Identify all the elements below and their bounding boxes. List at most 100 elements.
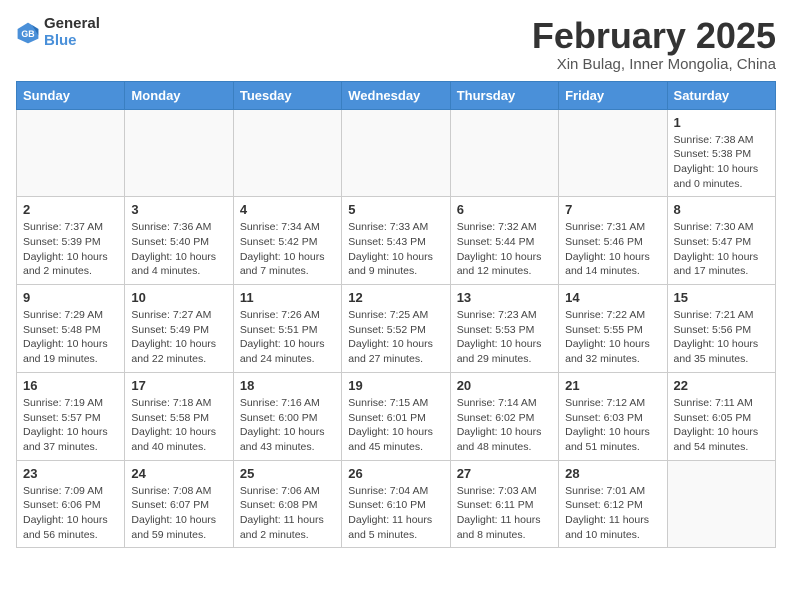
- day-cell: 9 Sunrise: 7:29 AM Sunset: 5:48 PM Daylig…: [17, 285, 125, 373]
- day-cell: 26Sunrise: 7:04 AM Sunset: 6:10 PM Dayli…: [342, 460, 450, 548]
- day-cell: 12 Sunrise: 7:25 AM Sunset: 5:52 PM Dayli…: [342, 285, 450, 373]
- day-number: 11: [240, 290, 335, 305]
- day-number: 8: [674, 202, 769, 217]
- weekday-header-saturday: Saturday: [667, 81, 775, 109]
- day-number: 25: [240, 466, 335, 481]
- day-info: Sunrise: 7:38 AM Sunset: 5:38 PM Dayligh…: [674, 133, 769, 192]
- day-number: 27: [457, 466, 552, 481]
- week-row-3: 9 Sunrise: 7:29 AM Sunset: 5:48 PM Daylig…: [17, 285, 776, 373]
- day-cell: 21 Sunrise: 7:12 AM Sunset: 6:03 PM Dayli…: [559, 372, 667, 460]
- svg-text:GB: GB: [21, 29, 34, 39]
- day-number: 14: [565, 290, 660, 305]
- day-cell: 17 Sunrise: 7:18 AM Sunset: 5:58 PM Dayli…: [125, 372, 233, 460]
- day-number: 7: [565, 202, 660, 217]
- day-cell: 25 Sunrise: 7:06 AM Sunset: 6:08 PM Dayli…: [233, 460, 341, 548]
- day-number: 6: [457, 202, 552, 217]
- day-info: Sunrise: 7:15 AM Sunset: 6:01 PM Dayligh…: [348, 396, 443, 455]
- week-row-1: 1 Sunrise: 7:38 AM Sunset: 5:38 PM Daylig…: [17, 109, 776, 197]
- day-info: Sunrise: 7:30 AM Sunset: 5:47 PM Dayligh…: [674, 220, 769, 279]
- day-cell: 27Sunrise: 7:03 AM Sunset: 6:11 PM Dayli…: [450, 460, 558, 548]
- day-cell: 4Sunrise: 7:34 AM Sunset: 5:42 PM Daylig…: [233, 197, 341, 285]
- day-number: 12: [348, 290, 443, 305]
- week-row-4: 16 Sunrise: 7:19 AM Sunset: 5:57 PM Dayli…: [17, 372, 776, 460]
- weekday-header-monday: Monday: [125, 81, 233, 109]
- day-cell: 8 Sunrise: 7:30 AM Sunset: 5:47 PM Daylig…: [667, 197, 775, 285]
- day-cell: 20 Sunrise: 7:14 AM Sunset: 6:02 PM Dayli…: [450, 372, 558, 460]
- day-cell: [342, 109, 450, 197]
- weekday-header-row: SundayMondayTuesdayWednesdayThursdayFrid…: [17, 81, 776, 109]
- page-header: GB General Blue February 2025 Xin Bulag,…: [16, 16, 776, 73]
- day-number: 17: [131, 378, 226, 393]
- day-cell: [667, 460, 775, 548]
- day-info: Sunrise: 7:37 AM Sunset: 5:39 PM Dayligh…: [23, 220, 118, 279]
- day-info: Sunrise: 7:34 AM Sunset: 5:42 PM Dayligh…: [240, 220, 335, 279]
- day-number: 20: [457, 378, 552, 393]
- day-number: 16: [23, 378, 118, 393]
- day-info: Sunrise: 7:31 AM Sunset: 5:46 PM Dayligh…: [565, 220, 660, 279]
- day-cell: [233, 109, 341, 197]
- day-info: Sunrise: 7:19 AM Sunset: 5:57 PM Dayligh…: [23, 396, 118, 455]
- logo-general: General: [44, 16, 100, 33]
- title-block: February 2025 Xin Bulag, Inner Mongolia,…: [532, 16, 776, 73]
- calendar: SundayMondayTuesdayWednesdayThursdayFrid…: [16, 81, 776, 549]
- day-cell: 11 Sunrise: 7:26 AM Sunset: 5:51 PM Dayli…: [233, 285, 341, 373]
- logo-icon: GB: [16, 21, 40, 45]
- day-info: Sunrise: 7:25 AM Sunset: 5:52 PM Dayligh…: [348, 308, 443, 367]
- day-cell: 3 Sunrise: 7:36 AM Sunset: 5:40 PM Daylig…: [125, 197, 233, 285]
- day-cell: 6 Sunrise: 7:32 AM Sunset: 5:44 PM Daylig…: [450, 197, 558, 285]
- day-number: 15: [674, 290, 769, 305]
- day-number: 5: [348, 202, 443, 217]
- day-number: 18: [240, 378, 335, 393]
- day-info: Sunrise: 7:06 AM Sunset: 6:08 PM Dayligh…: [240, 484, 335, 543]
- day-info: Sunrise: 7:09 AM Sunset: 6:06 PM Dayligh…: [23, 484, 118, 543]
- day-cell: [125, 109, 233, 197]
- day-cell: [17, 109, 125, 197]
- day-info: Sunrise: 7:08 AM Sunset: 6:07 PM Dayligh…: [131, 484, 226, 543]
- day-number: 3: [131, 202, 226, 217]
- day-cell: 1 Sunrise: 7:38 AM Sunset: 5:38 PM Daylig…: [667, 109, 775, 197]
- day-number: 9: [23, 290, 118, 305]
- day-info: Sunrise: 7:26 AM Sunset: 5:51 PM Dayligh…: [240, 308, 335, 367]
- day-info: Sunrise: 7:16 AM Sunset: 6:00 PM Dayligh…: [240, 396, 335, 455]
- day-number: 23: [23, 466, 118, 481]
- day-info: Sunrise: 7:12 AM Sunset: 6:03 PM Dayligh…: [565, 396, 660, 455]
- logo-text: General Blue: [44, 16, 100, 49]
- day-cell: 19Sunrise: 7:15 AM Sunset: 6:01 PM Dayli…: [342, 372, 450, 460]
- day-number: 28: [565, 466, 660, 481]
- day-cell: 16 Sunrise: 7:19 AM Sunset: 5:57 PM Dayli…: [17, 372, 125, 460]
- day-cell: 5 Sunrise: 7:33 AM Sunset: 5:43 PM Daylig…: [342, 197, 450, 285]
- month-year: February 2025: [532, 16, 776, 56]
- day-info: Sunrise: 7:11 AM Sunset: 6:05 PM Dayligh…: [674, 396, 769, 455]
- day-info: Sunrise: 7:29 AM Sunset: 5:48 PM Dayligh…: [23, 308, 118, 367]
- day-cell: 24 Sunrise: 7:08 AM Sunset: 6:07 PM Dayli…: [125, 460, 233, 548]
- day-cell: 10 Sunrise: 7:27 AM Sunset: 5:49 PM Dayli…: [125, 285, 233, 373]
- day-number: 26: [348, 466, 443, 481]
- day-info: Sunrise: 7:18 AM Sunset: 5:58 PM Dayligh…: [131, 396, 226, 455]
- weekday-header-wednesday: Wednesday: [342, 81, 450, 109]
- day-number: 21: [565, 378, 660, 393]
- week-row-5: 23 Sunrise: 7:09 AM Sunset: 6:06 PM Dayli…: [17, 460, 776, 548]
- day-cell: 7 Sunrise: 7:31 AM Sunset: 5:46 PM Daylig…: [559, 197, 667, 285]
- day-number: 24: [131, 466, 226, 481]
- day-info: Sunrise: 7:27 AM Sunset: 5:49 PM Dayligh…: [131, 308, 226, 367]
- day-number: 13: [457, 290, 552, 305]
- day-number: 1: [674, 115, 769, 130]
- day-info: Sunrise: 7:01 AM Sunset: 6:12 PM Dayligh…: [565, 484, 660, 543]
- weekday-header-tuesday: Tuesday: [233, 81, 341, 109]
- day-info: Sunrise: 7:33 AM Sunset: 5:43 PM Dayligh…: [348, 220, 443, 279]
- weekday-header-sunday: Sunday: [17, 81, 125, 109]
- day-cell: 15Sunrise: 7:21 AM Sunset: 5:56 PM Dayli…: [667, 285, 775, 373]
- day-info: Sunrise: 7:36 AM Sunset: 5:40 PM Dayligh…: [131, 220, 226, 279]
- weekday-header-friday: Friday: [559, 81, 667, 109]
- day-number: 10: [131, 290, 226, 305]
- day-info: Sunrise: 7:32 AM Sunset: 5:44 PM Dayligh…: [457, 220, 552, 279]
- location: Xin Bulag, Inner Mongolia, China: [532, 56, 776, 73]
- day-info: Sunrise: 7:22 AM Sunset: 5:55 PM Dayligh…: [565, 308, 660, 367]
- day-cell: [450, 109, 558, 197]
- day-cell: 13Sunrise: 7:23 AM Sunset: 5:53 PM Dayli…: [450, 285, 558, 373]
- day-info: Sunrise: 7:14 AM Sunset: 6:02 PM Dayligh…: [457, 396, 552, 455]
- day-cell: 22 Sunrise: 7:11 AM Sunset: 6:05 PM Dayli…: [667, 372, 775, 460]
- day-cell: 2Sunrise: 7:37 AM Sunset: 5:39 PM Daylig…: [17, 197, 125, 285]
- day-number: 22: [674, 378, 769, 393]
- logo-blue: Blue: [44, 33, 100, 50]
